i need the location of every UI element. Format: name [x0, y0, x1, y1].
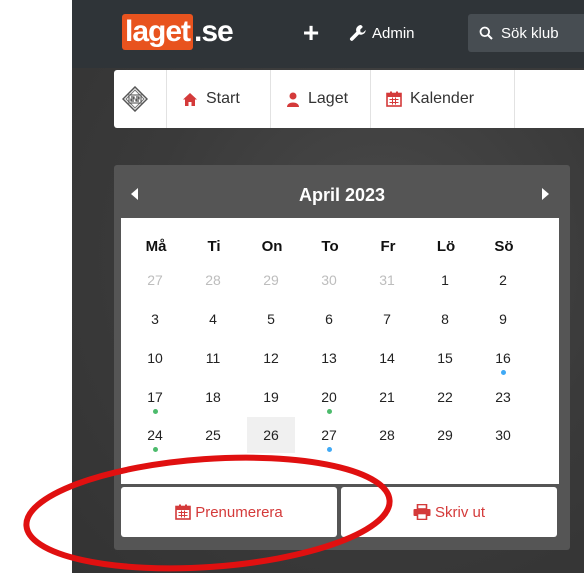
calendar-day[interactable]: 20: [305, 379, 353, 415]
weekday-header: Lö: [436, 238, 456, 255]
calendar-day[interactable]: 5: [247, 301, 295, 337]
calendar-day[interactable]: 18: [189, 379, 237, 415]
calendar-day[interactable]: 19: [247, 379, 295, 415]
club-emblem[interactable]: [122, 70, 156, 128]
calendar-day[interactable]: 24: [131, 417, 179, 453]
wrench-icon: [349, 25, 366, 41]
nav-item-kalender[interactable]: Kalender: [386, 70, 474, 128]
calendar-day[interactable]: 4: [189, 301, 237, 337]
calendar-day[interactable]: 26: [247, 417, 295, 453]
club-emblem-icon: [122, 86, 148, 112]
calendar-day[interactable]: 29: [247, 262, 295, 298]
calendar-day[interactable]: 10: [131, 340, 179, 376]
nav-divider: [370, 70, 371, 128]
calendar-day[interactable]: 11: [189, 340, 237, 376]
nav-divider: [166, 70, 167, 128]
calendar-day[interactable]: 31: [363, 262, 411, 298]
calendar-icon: [175, 504, 192, 520]
top-bar: laget .se + Admin Sök klub: [72, 0, 584, 68]
logo-tld: .se: [194, 15, 234, 48]
weekday-header: On: [261, 238, 283, 255]
calendar-day[interactable]: 9: [479, 301, 527, 337]
event-dot: [327, 409, 332, 414]
calendar-grid: Må Ti On To Fr Lö Sö 27 28 29 30 31 1 2 3 4 5 6 7 8 9…: [121, 218, 559, 484]
app-window: laget .se + Admin Sök klub Start Laget K…: [72, 0, 584, 573]
event-dot: [327, 447, 332, 452]
calendar-day[interactable]: 21: [363, 379, 411, 415]
calendar-day[interactable]: 8: [421, 301, 469, 337]
calendar-day[interactable]: 27: [131, 262, 179, 298]
calendar-month-title: April 2023: [298, 185, 386, 205]
weekday-header: To: [321, 238, 339, 255]
user-icon: [287, 92, 299, 107]
nav-item-start[interactable]: Start: [182, 70, 240, 128]
calendar-day[interactable]: 13: [305, 340, 353, 376]
calendar-day[interactable]: 28: [189, 262, 237, 298]
nav-bar: Start Laget Kalender: [114, 70, 584, 128]
home-icon: [183, 92, 197, 106]
admin-button[interactable]: Admin: [348, 20, 415, 46]
admin-label: Admin: [372, 24, 415, 42]
print-label: Skriv ut: [434, 503, 485, 521]
event-dot: [153, 447, 158, 452]
event-dot: [501, 370, 506, 375]
calendar-day[interactable]: 30: [479, 417, 527, 453]
calendar-day[interactable]: 22: [421, 379, 469, 415]
weekday-header: Sö: [494, 238, 514, 255]
nav-item-label: Start: [206, 90, 240, 107]
calendar-day[interactable]: 28: [363, 417, 411, 453]
calendar-widget: April 2023 Må Ti On To Fr Lö Sö 27 28 29 30…: [114, 165, 570, 550]
calendar-day[interactable]: 15: [421, 340, 469, 376]
calendar-day[interactable]: 3: [131, 301, 179, 337]
calendar-day[interactable]: 2: [479, 262, 527, 298]
calendar-day[interactable]: 16: [479, 340, 527, 376]
subscribe-button[interactable]: Prenumerera: [121, 487, 337, 537]
nav-divider: [270, 70, 271, 128]
weekday-header: Må: [145, 238, 167, 255]
printer-icon: [413, 504, 431, 520]
calendar-day[interactable]: 25: [189, 417, 237, 453]
print-button[interactable]: Skriv ut: [341, 487, 557, 537]
next-month-icon[interactable]: [538, 185, 552, 203]
calendar-header: April 2023: [114, 165, 570, 221]
calendar-day[interactable]: 1: [421, 262, 469, 298]
subscribe-label: Prenumerera: [195, 503, 283, 521]
nav-divider: [514, 70, 515, 128]
search-icon: [479, 26, 493, 40]
calendar-day[interactable]: 7: [363, 301, 411, 337]
nav-item-laget[interactable]: Laget: [286, 70, 348, 128]
calendar-day[interactable]: 14: [363, 340, 411, 376]
calendar-day[interactable]: 6: [305, 301, 353, 337]
event-dot: [153, 409, 158, 414]
calendar-icon: [386, 91, 402, 107]
search-placeholder: Sök klub: [501, 24, 559, 42]
search-input[interactable]: Sök klub: [468, 14, 584, 52]
weekday-header: Fr: [380, 238, 396, 255]
calendar-day[interactable]: 17: [131, 379, 179, 415]
logo-brand: laget: [122, 14, 194, 50]
calendar-day[interactable]: 30: [305, 262, 353, 298]
add-button[interactable]: +: [298, 19, 324, 47]
weekday-header: Ti: [207, 238, 221, 255]
site-logo[interactable]: laget .se: [122, 12, 234, 52]
calendar-day[interactable]: 29: [421, 417, 469, 453]
nav-item-label: Kalender: [410, 90, 475, 107]
calendar-day[interactable]: 23: [479, 379, 527, 415]
calendar-day[interactable]: 27: [305, 417, 353, 453]
calendar-day[interactable]: 12: [247, 340, 295, 376]
nav-item-label: Laget: [308, 90, 349, 107]
